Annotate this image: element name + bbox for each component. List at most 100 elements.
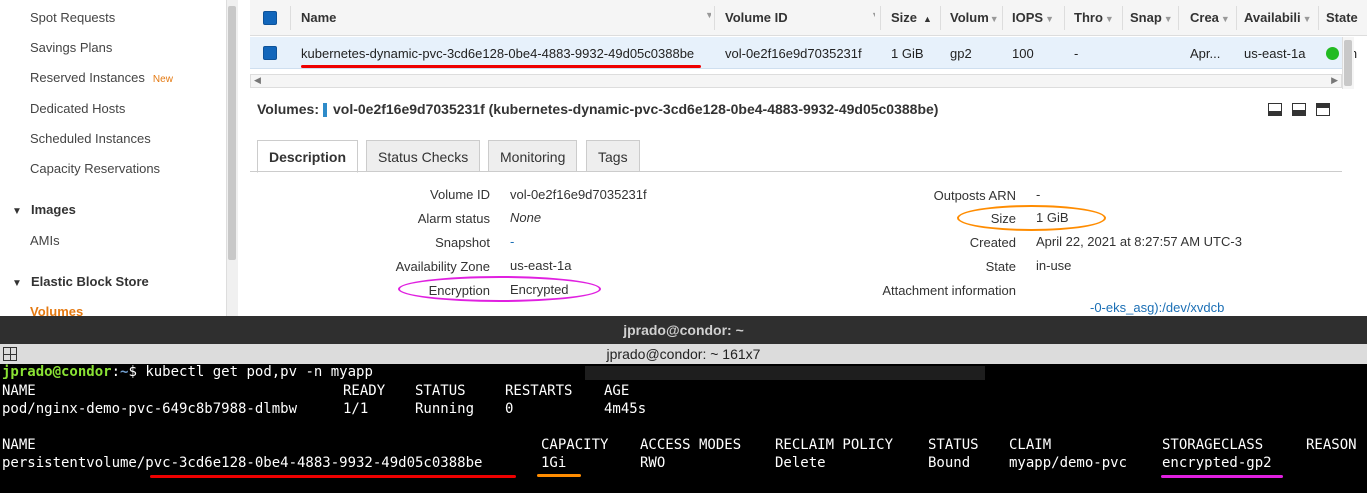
- magenta-underline-annotation: [1161, 475, 1283, 478]
- pod-header-restarts: RESTARTS: [505, 383, 573, 399]
- pv-header-name: NAME: [2, 437, 36, 453]
- redacted-block: [585, 366, 985, 380]
- caret-down-icon: ▼: [12, 206, 22, 217]
- detail-title: Volumes: vol-0e2f16e9d7035231f (kubernete…: [257, 101, 939, 118]
- cell-volume-type: gp2: [950, 46, 972, 61]
- column-divider: [714, 6, 715, 30]
- column-label: Volum: [950, 10, 989, 25]
- minimize-pane-icon[interactable]: [1268, 103, 1282, 116]
- sort-icon: ▼: [989, 14, 999, 24]
- status-dot-icon: [1326, 47, 1339, 60]
- pv-header-status: STATUS: [928, 437, 979, 453]
- pv-header-access-modes: ACCESS MODES: [640, 437, 742, 453]
- tab-description[interactable]: Description: [257, 140, 359, 173]
- prompt-separator: :: [111, 364, 121, 380]
- label-snapshot: Snapshot: [435, 235, 490, 250]
- table-vertical-scroll-thumb[interactable]: [1344, 40, 1352, 86]
- sidebar-item-spot-requests[interactable]: Spot Requests: [30, 10, 115, 25]
- sort-icon: ▼: [1220, 14, 1230, 24]
- column-divider: [1064, 6, 1065, 30]
- sidebar-scroll-thumb[interactable]: [228, 6, 236, 260]
- sort-icon: ▼: [1163, 14, 1173, 24]
- column-header-availability[interactable]: Availabili ▼: [1244, 10, 1318, 25]
- column-header-snapshot[interactable]: Snap ▼: [1130, 10, 1176, 25]
- column-label: Name: [301, 10, 337, 25]
- maximize-pane-icon[interactable]: [1316, 103, 1330, 116]
- table-horizontal-scrollbar[interactable]: ◀ ▶: [250, 74, 1342, 88]
- column-label: Availabili: [1244, 10, 1301, 25]
- column-header-name[interactable]: Name ▼: [301, 10, 711, 25]
- red-underline-annotation: [301, 65, 701, 68]
- pv-row-capacity: 1Gi: [541, 455, 567, 471]
- column-header-iops[interactable]: IOPS ▼: [1012, 10, 1062, 25]
- value-outposts-arn: -: [1036, 187, 1041, 202]
- label-attachment-information: Attachment information: [882, 283, 1016, 298]
- pod-row-ready: 1/1: [343, 401, 369, 417]
- scroll-left-icon[interactable]: ◀: [254, 75, 261, 86]
- prompt-symbol: $: [128, 364, 146, 380]
- orange-underline-annotation: [537, 474, 581, 477]
- column-divider: [1122, 6, 1123, 30]
- pv-header-reason: REASON: [1306, 437, 1357, 453]
- pod-row-age: 4m45s: [604, 401, 647, 417]
- caret-down-icon: ▼: [12, 278, 22, 289]
- pod-header-age: AGE: [604, 383, 630, 399]
- value-snapshot[interactable]: -: [510, 234, 514, 249]
- column-header-volume-type[interactable]: Volum▼: [950, 10, 1000, 25]
- pv-header-storageclass: STORAGECLASS: [1162, 437, 1264, 453]
- pv-row-storageclass: encrypted-gp2: [1162, 455, 1272, 471]
- detail-title-text: vol-0e2f16e9d7035231f (kubernetes-dynami…: [332, 101, 939, 117]
- cell-size: 1 GiB: [891, 46, 924, 61]
- sort-icon: ▼: [1104, 14, 1114, 24]
- sidebar-item-amis[interactable]: AMIs: [30, 233, 60, 248]
- sidebar-item-reserved-instances[interactable]: Reserved Instances New: [30, 70, 173, 85]
- sidebar-item-savings-plans[interactable]: Savings Plans: [30, 40, 112, 55]
- value-state: in-use: [1036, 258, 1072, 273]
- sort-icon: ▼: [705, 10, 711, 20]
- sidebar-item-scheduled-instances[interactable]: Scheduled Instances: [30, 131, 151, 146]
- column-header-created[interactable]: Crea ▼: [1190, 10, 1238, 25]
- sidebar-item-capacity-reservations[interactable]: Capacity Reservations: [30, 161, 160, 176]
- select-all-checkbox[interactable]: [263, 11, 277, 25]
- label-state: State: [985, 259, 1016, 274]
- pod-row-status: Running: [415, 401, 475, 417]
- pv-header-capacity: CAPACITY: [541, 437, 609, 453]
- pod-row-name: pod/nginx-demo-pvc-649c8b7988-dlmbw: [2, 401, 298, 417]
- new-tab-icon[interactable]: [3, 347, 17, 361]
- orange-circle-annotation: [957, 205, 1106, 231]
- column-divider: [1178, 6, 1179, 30]
- column-header-state[interactable]: State: [1326, 10, 1367, 25]
- column-label: Snap: [1130, 10, 1162, 25]
- red-underline-annotation: [150, 475, 516, 478]
- terminal-output[interactable]: jprado@condor:~$ kubectl get pod,pv -n m…: [0, 364, 1367, 493]
- sidebar-section-ebs[interactable]: ▼ Elastic Block Store: [12, 274, 149, 289]
- column-header-throughput[interactable]: Thro ▼: [1074, 10, 1122, 25]
- new-badge: New: [152, 74, 173, 85]
- pod-header-ready: READY: [343, 383, 386, 399]
- detail-title-prefix: Volumes:: [257, 101, 319, 117]
- column-divider: [940, 6, 941, 30]
- sidebar-section-images[interactable]: ▼ Images: [12, 202, 76, 217]
- column-label: State: [1326, 10, 1358, 25]
- tab-status-checks[interactable]: Status Checks: [366, 140, 481, 172]
- sort-icon: ▼: [871, 10, 875, 20]
- sidebar-item-dedicated-hosts[interactable]: Dedicated Hosts: [30, 101, 125, 116]
- column-header-size[interactable]: Size ▲: [891, 10, 941, 25]
- column-label: IOPS: [1012, 10, 1044, 25]
- column-divider: [1318, 6, 1319, 30]
- pv-row-claim: myapp/demo-pvc: [1009, 455, 1128, 471]
- pv-row-status: Bound: [928, 455, 971, 471]
- tab-monitoring[interactable]: Monitoring: [488, 140, 578, 172]
- split-pane-icon[interactable]: [1292, 103, 1306, 116]
- sort-ascending-icon: ▲: [923, 14, 932, 24]
- pod-header-name: NAME: [2, 383, 36, 399]
- row-checkbox[interactable]: [263, 46, 277, 60]
- terminal-tab-title: jprado@condor: ~ 161x7: [0, 344, 1367, 364]
- scroll-right-icon[interactable]: ▶: [1331, 75, 1338, 86]
- label-created: Created: [969, 235, 1016, 250]
- column-header-volume-id[interactable]: Volume ID ▼: [725, 10, 875, 25]
- value-attachment-information[interactable]: -0-eks_asg):/dev/xvdcb: [1090, 300, 1224, 315]
- label-availability-zone: Availability Zone: [395, 259, 490, 274]
- tab-tags[interactable]: Tags: [586, 140, 640, 172]
- sidebar-item-label: Reserved Instances: [30, 70, 145, 85]
